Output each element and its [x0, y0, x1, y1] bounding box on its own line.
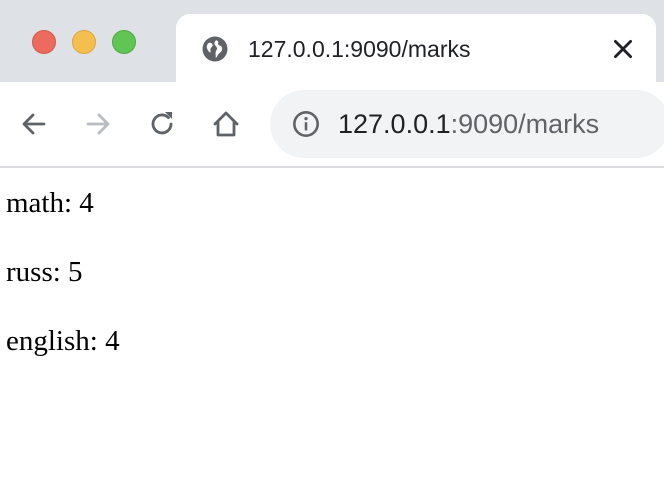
page-content: math: 4 russ: 5 english: 4: [0, 168, 664, 498]
mark-russ: russ: 5: [6, 256, 83, 288]
reload-icon[interactable]: [146, 108, 178, 140]
mark-math: math: 4: [6, 187, 94, 219]
browser-tab[interactable]: 127.0.0.1:9090/marks: [176, 14, 656, 82]
browser-toolbar: 127.0.0.1:9090/marks: [0, 82, 664, 166]
address-bar[interactable]: 127.0.0.1:9090/marks: [270, 90, 664, 158]
url-host: 127.0.0.1: [338, 109, 451, 139]
window-minimize-button[interactable]: [72, 30, 96, 54]
arrow-left-icon[interactable]: [18, 108, 50, 140]
home-icon[interactable]: [210, 108, 242, 140]
globe-icon: [202, 36, 228, 62]
tab-strip: 127.0.0.1:9090/marks: [0, 0, 664, 82]
window-close-button[interactable]: [32, 30, 56, 54]
info-icon[interactable]: [292, 110, 320, 138]
mark-english: english: 4: [6, 325, 120, 357]
arrow-right-icon[interactable]: [82, 108, 114, 140]
window-maximize-button[interactable]: [112, 30, 136, 54]
url-path: :9090/marks: [450, 109, 600, 139]
url-text[interactable]: 127.0.0.1:9090/marks: [338, 107, 599, 141]
tab-title: 127.0.0.1:9090/marks: [248, 36, 471, 62]
close-icon[interactable]: [610, 36, 636, 62]
browser-window: 127.0.0.1:9090/marks 127.0.0.1:9090/mark…: [0, 0, 664, 498]
